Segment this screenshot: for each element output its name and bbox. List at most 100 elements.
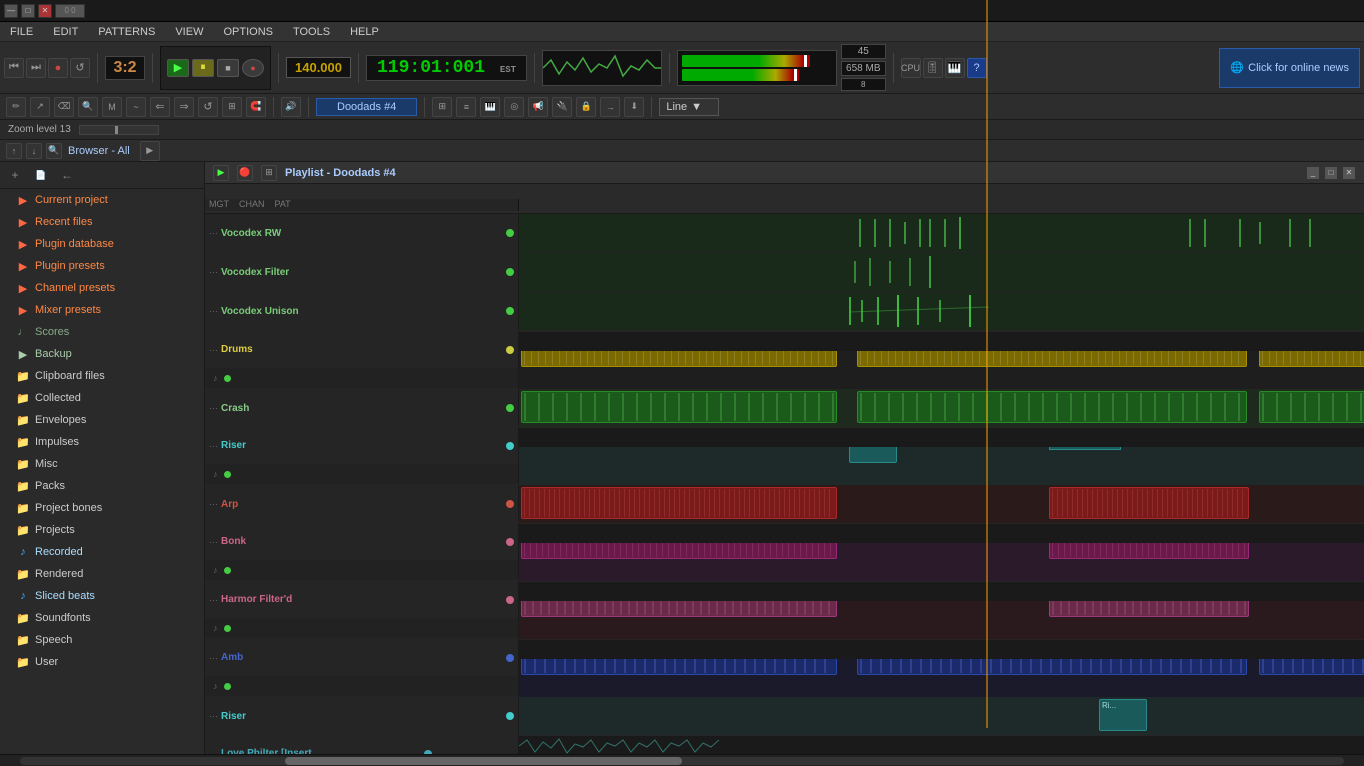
tool-zoom[interactable]: 🔍 bbox=[78, 97, 98, 117]
tool-knob[interactable]: ◎ bbox=[504, 97, 524, 117]
track-patterns-harmor-filter[interactable] bbox=[519, 581, 1364, 639]
record-btn[interactable]: ● bbox=[242, 59, 264, 77]
tool-loop-mode[interactable]: ↺ bbox=[198, 97, 218, 117]
sidebar-item-user[interactable]: 📁 User bbox=[0, 651, 204, 673]
sidebar-item-misc[interactable]: 📁 Misc bbox=[0, 453, 204, 475]
riser2-block[interactable]: Ri... bbox=[1099, 699, 1147, 731]
zoom-slider[interactable] bbox=[79, 125, 159, 135]
track-patterns-riser2[interactable]: Ri... bbox=[519, 697, 1364, 735]
menu-patterns[interactable]: PATTERNS bbox=[94, 24, 159, 40]
tool-piano[interactable]: 🎹 bbox=[945, 58, 965, 78]
tool-magnet[interactable]: 🧲 bbox=[246, 97, 266, 117]
tool-back[interactable]: ⇐ bbox=[150, 97, 170, 117]
tool-list[interactable]: ≡ bbox=[456, 97, 476, 117]
tool-mixer[interactable]: 🎚 bbox=[923, 58, 943, 78]
tool-cpu[interactable]: CPU bbox=[901, 58, 921, 78]
tool-forward[interactable]: ⇒ bbox=[174, 97, 194, 117]
stop-btn[interactable]: ■ bbox=[217, 59, 239, 77]
sidebar-item-collected[interactable]: 📁 Collected bbox=[0, 387, 204, 409]
sidebar-item-speech[interactable]: 📁 Speech bbox=[0, 629, 204, 651]
track-patterns-vocodex-rw[interactable] bbox=[519, 214, 1364, 252]
sidebar-item-plugin-database[interactable]: ▶ Plugin database bbox=[0, 233, 204, 255]
news-button[interactable]: 🌐 Click for online news bbox=[1219, 48, 1360, 88]
tool-rewind[interactable]: ⏮ bbox=[4, 58, 24, 78]
playlist-window-controls[interactable]: _ □ ✕ bbox=[1306, 166, 1356, 180]
playlist-record-icon[interactable]: 🔴 bbox=[237, 165, 253, 181]
crash-block-3[interactable] bbox=[1259, 391, 1364, 423]
sidebar-add-btn[interactable]: + bbox=[6, 166, 24, 184]
track-patterns-riser1[interactable]: Ris... Gross Guitar Solo bbox=[519, 427, 1364, 485]
browser-expand-icon[interactable]: ▶ bbox=[140, 141, 160, 161]
sidebar-item-recorded[interactable]: ♪ Recorded bbox=[0, 541, 204, 563]
track-patterns-vocodex-filter[interactable] bbox=[519, 253, 1364, 291]
playlist-maximize-btn[interactable]: □ bbox=[1324, 166, 1338, 180]
tool-download[interactable]: ⬇ bbox=[624, 97, 644, 117]
tool-volume[interactable]: 🔊 bbox=[281, 97, 301, 117]
tool-fast-forward[interactable]: ⏭ bbox=[26, 58, 46, 78]
bottom-scrollbar[interactable] bbox=[0, 754, 1364, 766]
tool-declick[interactable]: ~ bbox=[126, 97, 146, 117]
playlist-close-btn[interactable]: ✕ bbox=[1342, 166, 1356, 180]
tool-snap[interactable]: ⊞ bbox=[222, 97, 242, 117]
tool-question[interactable]: ? bbox=[967, 58, 987, 78]
tool-plug[interactable]: 🔌 bbox=[552, 97, 572, 117]
tool-draw[interactable]: ✏ bbox=[6, 97, 26, 117]
tool-lock[interactable]: 🔒 bbox=[576, 97, 596, 117]
pattern-name-btn[interactable]: Doodads #4 bbox=[316, 98, 417, 116]
menu-options[interactable]: OPTIONS bbox=[219, 24, 277, 40]
play-btn[interactable]: ▶ bbox=[167, 59, 189, 77]
menu-tools[interactable]: TOOLS bbox=[289, 24, 334, 40]
sidebar-item-envelopes[interactable]: 📁 Envelopes bbox=[0, 409, 204, 431]
crash-block-2[interactable] bbox=[857, 391, 1247, 423]
tracks-scroll-area[interactable]: ··· Vocodex RW bbox=[205, 214, 1364, 754]
sidebar-item-recent-files[interactable]: ▶ Recent files bbox=[0, 211, 204, 233]
sidebar-item-soundfonts[interactable]: 📁 Soundfonts bbox=[0, 607, 204, 629]
track-patterns-drums[interactable] bbox=[519, 331, 1364, 389]
sidebar-item-impulses[interactable]: 📁 Impulses bbox=[0, 431, 204, 453]
pause-btn[interactable]: ⏸ bbox=[192, 59, 214, 77]
bpm-display[interactable]: 140.000 bbox=[286, 57, 351, 78]
menu-edit[interactable]: EDIT bbox=[49, 24, 82, 40]
sidebar-item-clipboard-files[interactable]: 📁 Clipboard files bbox=[0, 365, 204, 387]
track-patterns-bonk[interactable] bbox=[519, 523, 1364, 581]
menu-file[interactable]: FILE bbox=[6, 24, 37, 40]
browser-search-icon[interactable]: 🔍 bbox=[46, 143, 62, 159]
horizontal-scrollbar-track[interactable] bbox=[20, 757, 1344, 765]
sidebar-item-mixer-presets[interactable]: ▶ Mixer presets bbox=[0, 299, 204, 321]
tool-piano2[interactable]: 🎹 bbox=[480, 97, 500, 117]
track-patterns-arp[interactable] bbox=[519, 485, 1364, 523]
playlist-pattern-view-icon[interactable]: ⊞ bbox=[261, 165, 277, 181]
tool-grid[interactable]: ⊞ bbox=[432, 97, 452, 117]
sidebar-item-plugin-presets[interactable]: ▶ Plugin presets bbox=[0, 255, 204, 277]
sidebar-item-projects[interactable]: 📁 Projects bbox=[0, 519, 204, 541]
tool-arrow-right[interactable]: → bbox=[600, 97, 620, 117]
playlist-minimize-btn[interactable]: _ bbox=[1306, 166, 1320, 180]
crash-block-1[interactable] bbox=[521, 391, 837, 423]
sidebar-item-project-bones[interactable]: 📁 Project bones bbox=[0, 497, 204, 519]
sidebar-new-btn[interactable]: 📄 bbox=[32, 166, 50, 184]
maximize-btn[interactable]: □ bbox=[21, 4, 35, 18]
minimize-btn[interactable]: — bbox=[4, 4, 18, 18]
sidebar-item-backup[interactable]: ▶ Backup bbox=[0, 343, 204, 365]
sidebar-item-sliced-beats[interactable]: ♪ Sliced beats bbox=[0, 585, 204, 607]
sidebar-item-rendered[interactable]: 📁 Rendered bbox=[0, 563, 204, 585]
tool-select[interactable]: ↗ bbox=[30, 97, 50, 117]
browser-down-icon[interactable]: ↓ bbox=[26, 143, 42, 159]
sidebar-back-btn[interactable]: ← bbox=[58, 166, 76, 184]
close-btn[interactable]: ✕ bbox=[38, 4, 52, 18]
sidebar-item-current-project[interactable]: ▶ Current project bbox=[0, 189, 204, 211]
track-patterns-vocodex-unison[interactable] bbox=[519, 292, 1364, 330]
horizontal-scrollbar-thumb[interactable] bbox=[285, 757, 682, 765]
browser-up-icon[interactable]: ↑ bbox=[6, 143, 22, 159]
tool-record[interactable]: ● bbox=[48, 58, 68, 78]
track-patterns-crash[interactable] bbox=[519, 389, 1364, 427]
window-controls[interactable]: — □ ✕ 0 0 bbox=[4, 4, 85, 18]
arp-block-1[interactable] bbox=[521, 487, 837, 519]
track-patterns-amb[interactable] bbox=[519, 639, 1364, 697]
menu-help[interactable]: HELP bbox=[346, 24, 383, 40]
playlist-play-icon[interactable]: ▶ bbox=[213, 165, 229, 181]
tool-erase[interactable]: ⌫ bbox=[54, 97, 74, 117]
arp-block-2[interactable] bbox=[1049, 487, 1249, 519]
sidebar-item-scores[interactable]: ♩ Scores bbox=[0, 321, 204, 343]
sidebar-item-packs[interactable]: 📁 Packs bbox=[0, 475, 204, 497]
